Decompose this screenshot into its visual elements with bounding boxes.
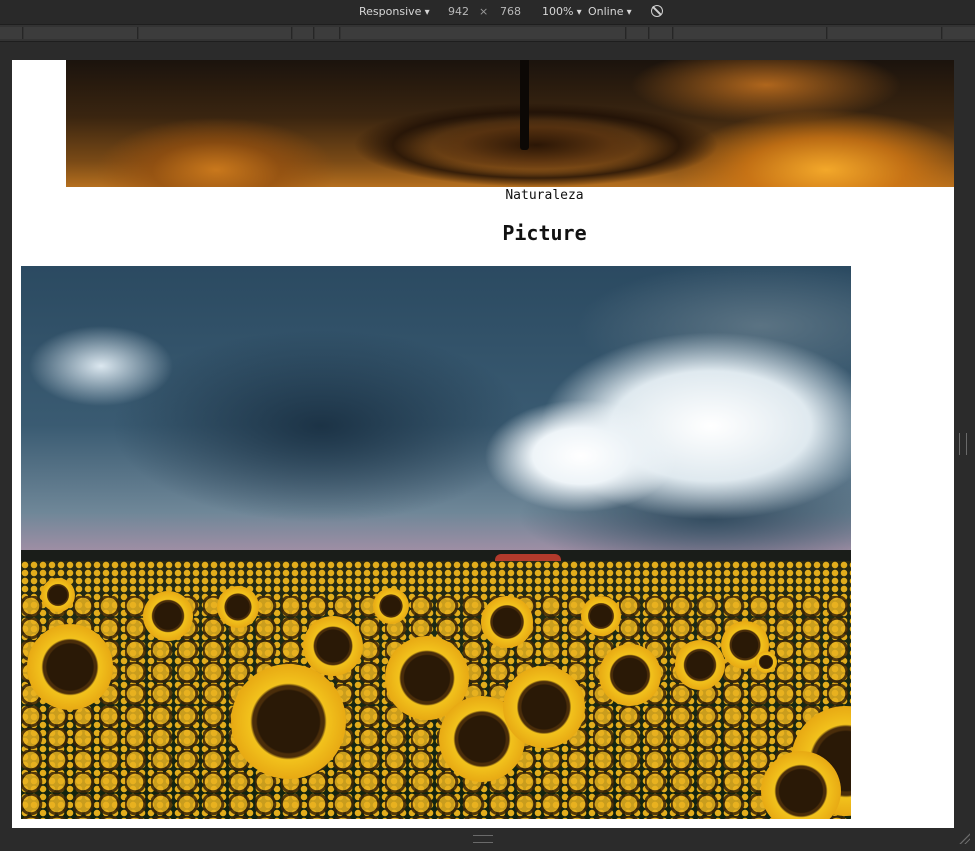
viewport-resize-bar[interactable]: [0, 828, 975, 851]
device-toolbar: Responsive 942 × 768 100% Online: [0, 0, 975, 24]
sunflower-photo: [21, 266, 851, 819]
sunflower: [217, 586, 259, 628]
sunflower: [481, 596, 533, 648]
photo-barn: [495, 554, 561, 561]
media-query-segment[interactable]: [293, 27, 314, 39]
height-input[interactable]: 768: [500, 5, 521, 19]
sunflower: [303, 616, 363, 676]
sunflower: [27, 624, 113, 710]
banner-caption: Naturaleza: [505, 188, 584, 203]
sunflower: [503, 666, 585, 748]
media-query-segment[interactable]: [828, 27, 942, 39]
sunflower: [755, 651, 777, 673]
sunflower: [373, 588, 409, 624]
zoom-select[interactable]: 100%: [542, 5, 582, 20]
device-select[interactable]: Responsive: [359, 5, 430, 20]
media-query-segment[interactable]: [943, 27, 975, 39]
media-query-segment[interactable]: [0, 27, 23, 39]
dimension-separator: ×: [479, 5, 489, 18]
sunflower: [599, 644, 661, 706]
width-input[interactable]: 942: [448, 5, 469, 19]
page-viewport: Naturaleza Picture: [12, 60, 954, 828]
network-throttle-select[interactable]: Online: [588, 5, 632, 20]
media-query-segment[interactable]: [341, 27, 626, 39]
rotate-icon[interactable]: [651, 5, 663, 17]
corner-resize-grip-icon[interactable]: [958, 832, 970, 844]
sunflower: [41, 578, 75, 612]
water-drop-stream: [520, 60, 529, 150]
page-heading: Picture: [502, 221, 587, 245]
sunflower: [231, 664, 346, 779]
banner-image: [66, 60, 954, 187]
media-query-segment[interactable]: [674, 27, 827, 39]
media-query-segment[interactable]: [139, 27, 292, 39]
sunflower: [675, 640, 725, 690]
media-query-segment[interactable]: [650, 27, 673, 39]
right-resize-grip-icon[interactable]: [959, 433, 967, 455]
media-query-segment[interactable]: [315, 27, 340, 39]
resize-grip-icon[interactable]: [473, 835, 493, 843]
media-query-segment[interactable]: [627, 27, 649, 39]
media-query-segment[interactable]: [24, 27, 138, 39]
sunflower: [143, 591, 193, 641]
photo-sky: [21, 266, 851, 556]
sunflower: [581, 596, 621, 636]
media-query-bar: [0, 24, 975, 42]
